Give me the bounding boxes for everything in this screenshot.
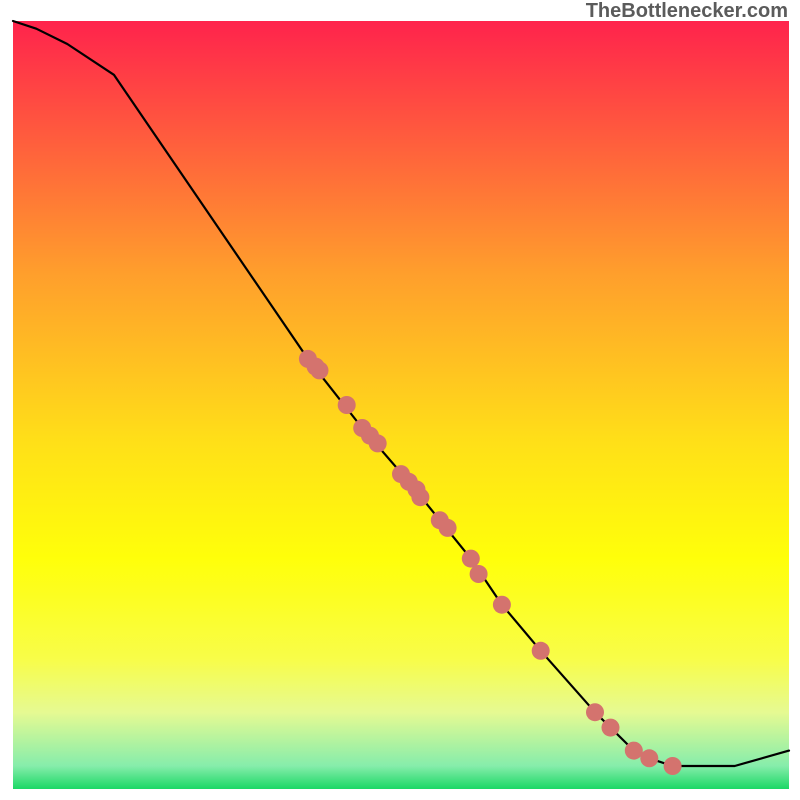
chart-background-gradient (13, 21, 789, 789)
watermark-text: TheBottlenecker.com (586, 0, 788, 23)
chart-container: TheBottlenecker.com (0, 0, 800, 800)
